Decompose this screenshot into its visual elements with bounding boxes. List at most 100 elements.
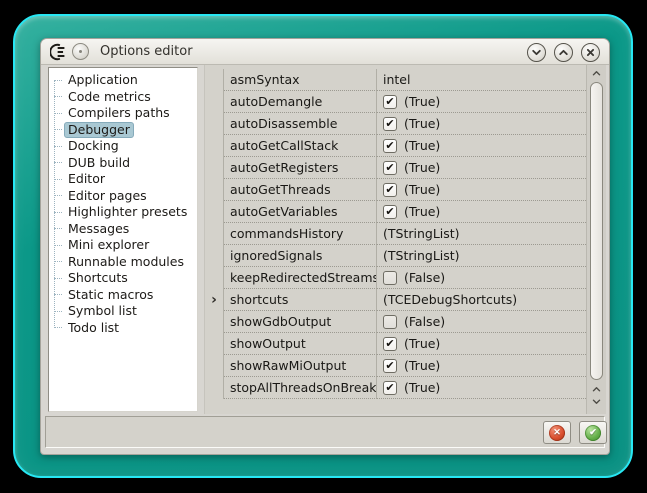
sidebar-item-mini-explorer[interactable]: Mini explorer [49,237,197,254]
checkbox-checked[interactable]: ✔ [383,381,397,395]
tree-branch-icon [54,113,62,114]
property-value[interactable]: ✔ (True) [377,377,586,399]
property-value[interactable]: (TStringList) [377,223,586,245]
property-row-shortcuts[interactable]: › shortcuts (TCEDebugShortcuts) [205,289,586,311]
property-value[interactable]: intel [377,69,586,91]
property-row-showgdboutput[interactable]: showGdbOutput (False) [205,311,586,333]
close-button[interactable] [581,43,600,62]
property-grid[interactable]: asmSyntax intel autoDemangle ✔ (True) au… [204,65,586,414]
checkbox-checked[interactable]: ✔ [383,95,397,109]
cancel-circle-icon: ✕ [549,425,565,441]
checkbox-checked[interactable]: ✔ [383,183,397,197]
property-name: commandsHistory [224,223,377,245]
property-name: shortcuts [224,289,377,311]
property-value-text: (True) [404,182,440,197]
property-row-autodisassemble[interactable]: autoDisassemble ✔ (True) [205,113,586,135]
property-value[interactable]: ✔ (True) [377,135,586,157]
row-expander [205,69,224,91]
property-row-showoutput[interactable]: showOutput ✔ (True) [205,333,586,355]
property-value[interactable]: ✔ (True) [377,91,586,113]
property-row-asmsyntax[interactable]: asmSyntax intel [205,69,586,91]
sidebar-item-application[interactable]: Application [49,72,197,89]
checkbox-checked[interactable]: ✔ [383,337,397,351]
chevron-up-icon [592,70,601,77]
property-name: autoGetRegisters [224,157,377,179]
property-row-commandshistory[interactable]: commandsHistory (TStringList) [205,223,586,245]
property-value-text: (False) [404,270,445,285]
property-value[interactable]: (False) [377,311,586,333]
sidebar-item-label: Symbol list [65,304,140,318]
property-row-keepredirectedstreams[interactable]: keepRedirectedStreams (False) [205,267,586,289]
property-value[interactable]: (TCEDebugShortcuts) [377,289,586,311]
property-value[interactable]: (TStringList) [377,245,586,267]
category-tree[interactable]: Application Code metrics Compilers paths… [48,67,198,412]
sidebar-item-label: Shortcuts [65,271,131,285]
sidebar-item-static-macros[interactable]: Static macros [49,287,197,304]
checkbox-unchecked[interactable] [383,271,397,285]
accept-button[interactable]: ✔ [579,421,607,444]
property-row-stopallthreadsonbreak[interactable]: stopAllThreadsOnBreak ✔ (True) [205,377,586,399]
property-row-ignoredsignals[interactable]: ignoredSignals (TStringList) [205,245,586,267]
property-value-text: (True) [404,116,440,131]
row-expander[interactable]: › [205,289,224,311]
tree-branch-icon [54,162,62,163]
close-icon [585,47,596,58]
property-row-autogetvariables[interactable]: autoGetVariables ✔ (True) [205,201,586,223]
property-value[interactable]: ✔ (True) [377,179,586,201]
scrollbar[interactable] [586,65,606,414]
sidebar-item-label: Mini explorer [65,238,152,252]
sidebar-item-shortcuts[interactable]: Shortcuts [49,270,197,287]
checkbox-checked[interactable]: ✔ [383,205,397,219]
cancel-button[interactable]: ✕ [543,421,571,444]
checkbox-checked[interactable]: ✔ [383,161,397,175]
scrollbar-thumb[interactable] [590,82,603,380]
checkbox-checked[interactable]: ✔ [383,139,397,153]
scroll-down-button[interactable] [589,395,604,408]
checkbox-checked[interactable]: ✔ [383,359,397,373]
property-row-autogetcallstack[interactable]: autoGetCallStack ✔ (True) [205,135,586,157]
sidebar-item-symbol-list[interactable]: Symbol list [49,303,197,320]
property-value[interactable]: ✔ (True) [377,333,586,355]
tree-branch-icon [54,96,62,97]
sidebar-item-runnable-modules[interactable]: Runnable modules [49,254,197,271]
property-row-autogetregisters[interactable]: autoGetRegisters ✔ (True) [205,157,586,179]
property-value[interactable]: (False) [377,267,586,289]
sidebar-item-dub-build[interactable]: DUB build [49,155,197,172]
row-expander [205,113,224,135]
checkbox-unchecked[interactable] [383,315,397,329]
property-name: ignoredSignals [224,245,377,267]
maximize-button[interactable] [554,43,573,62]
chevron-up-icon [592,386,601,393]
property-value-text: (True) [404,380,440,395]
sidebar-item-highlighter-presets[interactable]: Highlighter presets [49,204,197,221]
property-name: autoGetCallStack [224,135,377,157]
property-row-showrawmioutput[interactable]: showRawMiOutput ✔ (True) [205,355,586,377]
titlebar[interactable]: Options editor [41,39,609,65]
sidebar-item-docking[interactable]: Docking [49,138,197,155]
minimize-button[interactable] [527,43,546,62]
checkbox-checked[interactable]: ✔ [383,117,397,131]
scroll-up-button[interactable] [589,67,604,80]
property-value[interactable]: ✔ (True) [377,157,586,179]
accept-circle-icon: ✔ [585,425,601,441]
tree-branch-icon [54,179,62,180]
sidebar-item-editor[interactable]: Editor [49,171,197,188]
tree-branch-icon [54,278,62,279]
tree-branch-icon [54,311,62,312]
sidebar-item-todo-list[interactable]: Todo list [49,320,197,337]
tree-branch-icon [54,294,62,295]
property-name: keepRedirectedStreams [224,267,377,289]
sidebar-item-code-metrics[interactable]: Code metrics [49,89,197,106]
property-row-autogetthreads[interactable]: autoGetThreads ✔ (True) [205,179,586,201]
sidebar-item-label: Application [65,73,141,87]
property-value[interactable]: ✔ (True) [377,113,586,135]
sidebar-item-editor-pages[interactable]: Editor pages [49,188,197,205]
sidebar-item-debugger[interactable]: Debugger [49,122,197,139]
property-value[interactable]: ✔ (True) [377,355,586,377]
sidebar-item-compilers-paths[interactable]: Compilers paths [49,105,197,122]
sidebar-item-messages[interactable]: Messages [49,221,197,238]
window-menu-button[interactable] [72,43,89,60]
property-row-autodemangle[interactable]: autoDemangle ✔ (True) [205,91,586,113]
property-value[interactable]: ✔ (True) [377,201,586,223]
property-value-text: (TStringList) [383,248,460,263]
